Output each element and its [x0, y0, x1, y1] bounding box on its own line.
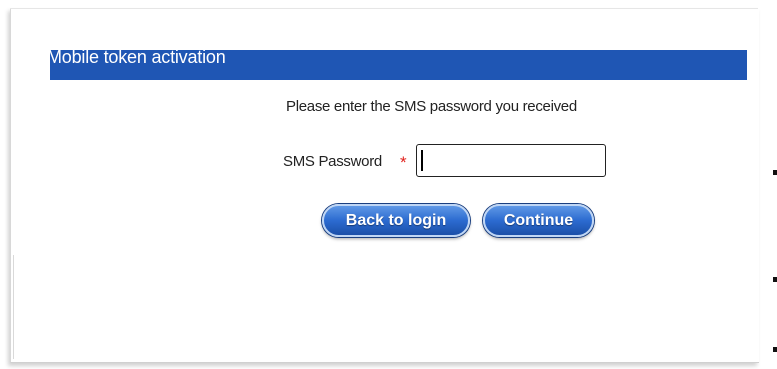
edge-mark — [773, 347, 777, 352]
inner-divider — [13, 255, 14, 359]
frame-top-edge — [10, 8, 758, 9]
instruction-text: Please enter the SMS password you receiv… — [286, 98, 577, 115]
sms-password-label: SMS Password — [283, 153, 382, 170]
continue-button[interactable]: Continue — [483, 204, 594, 237]
required-marker: * — [400, 153, 407, 172]
edge-mark — [773, 170, 777, 175]
title-bar: Mobile token activation — [50, 50, 747, 80]
edge-mark — [773, 277, 777, 282]
page-title: Mobile token activation — [50, 50, 226, 67]
sms-password-input[interactable] — [416, 144, 606, 177]
back-to-login-button[interactable]: Back to login — [322, 204, 470, 237]
text-cursor — [421, 150, 423, 171]
